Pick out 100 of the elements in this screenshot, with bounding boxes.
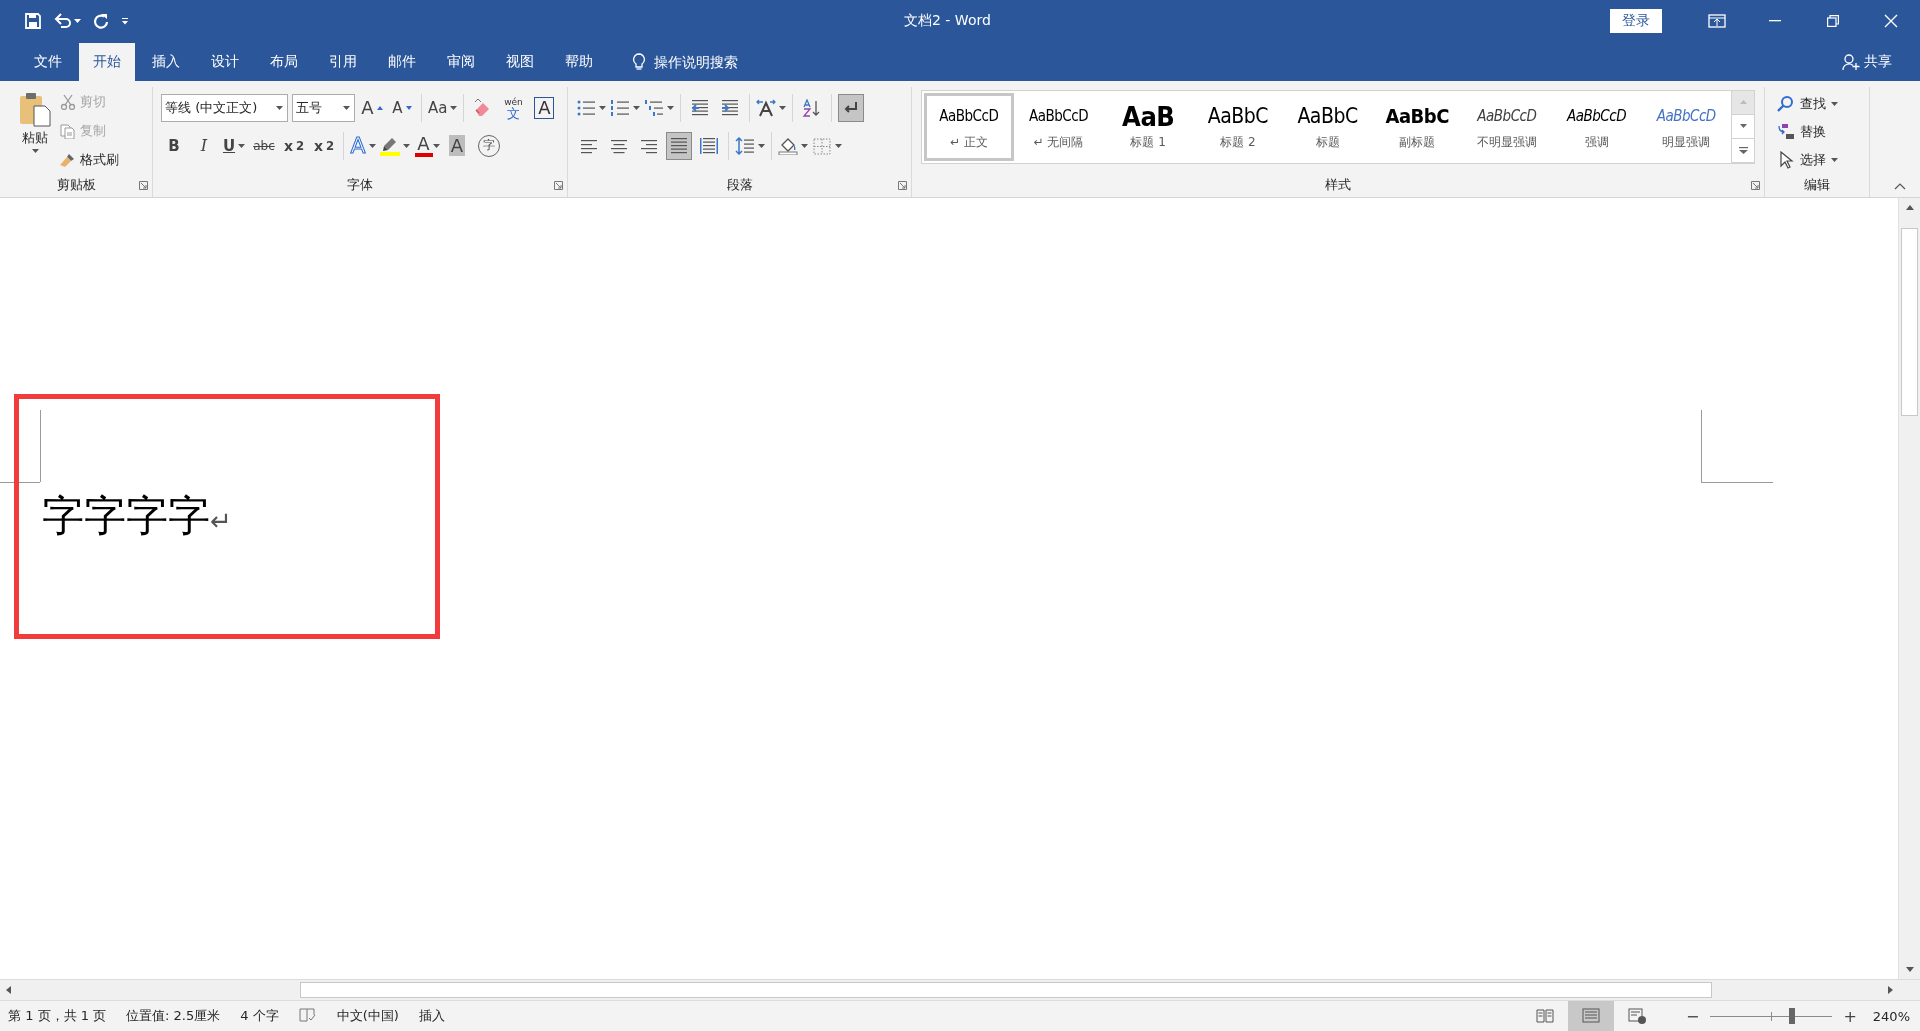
justify-button[interactable] <box>666 131 692 160</box>
style-option[interactable]: AaBbC 标题 2 <box>1193 92 1283 161</box>
cursor-icon <box>1777 150 1795 169</box>
slider-thumb[interactable] <box>1788 1008 1795 1024</box>
tell-me-search-field[interactable]: 操作说明搜索 <box>654 53 764 70</box>
ribbon-tab[interactable]: 视图 <box>492 42 548 81</box>
caret-icon <box>633 105 640 110</box>
line-spacing-icon <box>735 136 755 155</box>
vertical-scrollbar[interactable] <box>1898 197 1920 979</box>
paint-bucket-icon <box>778 136 798 155</box>
close-icon <box>1884 14 1898 29</box>
shrink-font-button[interactable]: A <box>389 93 415 122</box>
style-option[interactable]: AaBbCcD 明显强调 <box>1641 92 1732 161</box>
phonetic-guide-button[interactable]: wén 文 <box>500 93 527 122</box>
change-case-button[interactable]: Aa <box>428 93 458 122</box>
caret-icon <box>779 105 786 110</box>
font-size-dropdown[interactable]: 五号 <box>292 93 355 122</box>
show-formatting-marks-button[interactable] <box>838 93 864 122</box>
document-text: 字字字字 <box>42 490 210 541</box>
window-title: 文档2 - Word <box>904 12 992 31</box>
undo-icon <box>54 13 72 30</box>
share-button[interactable]: 共享 <box>1842 42 1892 81</box>
magnifier-icon <box>1777 94 1795 113</box>
zoom-out-button[interactable]: − <box>1678 1006 1708 1026</box>
style-option[interactable]: AaBbC 副标题 <box>1372 92 1463 161</box>
character-border-button[interactable]: A <box>534 96 555 119</box>
paste-button[interactable]: 粘贴 <box>0 86 60 167</box>
down-caret-icon <box>405 105 412 110</box>
globe-page-icon <box>1628 1008 1646 1024</box>
format-painter-button[interactable]: 格式刷 <box>60 146 119 173</box>
ribbon-tab[interactable]: 开始 <box>79 42 135 81</box>
underline-button[interactable]: U <box>221 131 247 160</box>
find-button[interactable]: 查找 <box>1777 90 1838 117</box>
dialog-launcher-icon <box>1751 180 1760 190</box>
zoom-level[interactable]: 240% <box>1864 1008 1920 1024</box>
ribbon-tab[interactable]: 插入 <box>138 42 194 81</box>
caret-icon <box>1831 101 1838 106</box>
customize-icon <box>121 17 129 26</box>
dialog-launcher-icon <box>139 180 148 190</box>
word-count[interactable]: 4 个字 <box>230 1007 289 1025</box>
font-color-button[interactable]: A <box>414 131 440 160</box>
page-lines-icon <box>1582 1008 1600 1024</box>
chevron-up-icon <box>1894 182 1906 190</box>
ribbon-tab[interactable]: 布局 <box>256 42 312 81</box>
text-width-icon <box>756 98 776 117</box>
bold-button[interactable]: B <box>161 131 187 160</box>
ribbon-tab[interactable]: 引用 <box>315 42 371 81</box>
zoom-in-button[interactable]: + <box>1835 1006 1865 1026</box>
style-option[interactable]: AaBbC 标题 <box>1282 92 1373 161</box>
scroll-thumb[interactable] <box>300 982 1712 998</box>
select-button[interactable]: 选择 <box>1777 146 1838 173</box>
horizontal-scrollbar[interactable] <box>0 979 1920 1000</box>
style-option[interactable]: AaB 标题 1 <box>1103 92 1194 161</box>
caret-icon <box>403 143 410 148</box>
position-indicator[interactable]: 位置值: 2.5厘米 <box>116 1007 231 1025</box>
font-name-dropdown[interactable]: 等线 (中文正文) <box>161 93 288 122</box>
style-option[interactable]: AaBbCcD ↵ 无间隔 <box>1013 92 1104 161</box>
ribbon-tab[interactable]: 设计 <box>197 42 253 81</box>
italic-button[interactable]: I <box>191 131 217 160</box>
indent-icon <box>720 98 740 117</box>
caret-icon <box>238 143 246 148</box>
ribbon-tab[interactable]: 文件 <box>20 42 76 81</box>
strikethrough-button[interactable]: abc <box>251 131 277 160</box>
style-option[interactable]: AaBbCcD 不明显强调 <box>1462 92 1552 161</box>
ribbon-tab[interactable]: 邮件 <box>374 42 430 81</box>
insert-mode-indicator[interactable]: 插入 <box>408 1007 455 1025</box>
save-icon <box>24 12 42 31</box>
ribbon-tab[interactable]: 帮助 <box>551 42 607 81</box>
style-option[interactable]: AaBbCcD 强调 <box>1551 92 1642 161</box>
numbered-list-icon <box>610 98 630 117</box>
justify-icon <box>669 136 689 155</box>
group-label: 样式 <box>1325 175 1351 194</box>
proofing-book-icon <box>298 1007 317 1022</box>
group-label: 字体 <box>347 175 373 194</box>
caret-icon <box>1739 124 1747 129</box>
replace-icon <box>1777 122 1795 141</box>
grow-font-button[interactable]: A <box>359 93 385 122</box>
style-option[interactable]: AaBbCcD ↵ 正文 <box>924 92 1014 161</box>
ribbon-tab[interactable]: 审阅 <box>433 42 489 81</box>
scroll-thumb[interactable] <box>1901 227 1918 416</box>
restore-icon <box>1827 15 1839 28</box>
sort-icon <box>802 98 822 117</box>
copy-icon <box>60 122 76 139</box>
paragraph-mark: ↵ <box>210 504 232 538</box>
page-count[interactable]: 第 1 页，共 1 页 <box>0 1007 117 1025</box>
clipboard-icon <box>18 90 52 127</box>
multilevel-list-icon <box>644 98 664 117</box>
replace-button[interactable]: 替换 <box>1777 118 1838 145</box>
caret-icon <box>599 105 606 110</box>
more-icon <box>1738 146 1748 154</box>
language-indicator[interactable]: 中文(中国) <box>326 1007 409 1025</box>
sign-in-button[interactable]: 登录 <box>1610 9 1662 34</box>
person-add-icon <box>1842 52 1860 71</box>
group-label: 编辑 <box>1804 175 1830 194</box>
caret-icon <box>1831 157 1838 162</box>
distributed-icon <box>699 136 719 155</box>
border-grid-icon <box>812 136 832 155</box>
group-label: 段落 <box>726 175 753 194</box>
left-caret-icon <box>5 986 11 994</box>
lightbulb-icon <box>632 52 646 71</box>
